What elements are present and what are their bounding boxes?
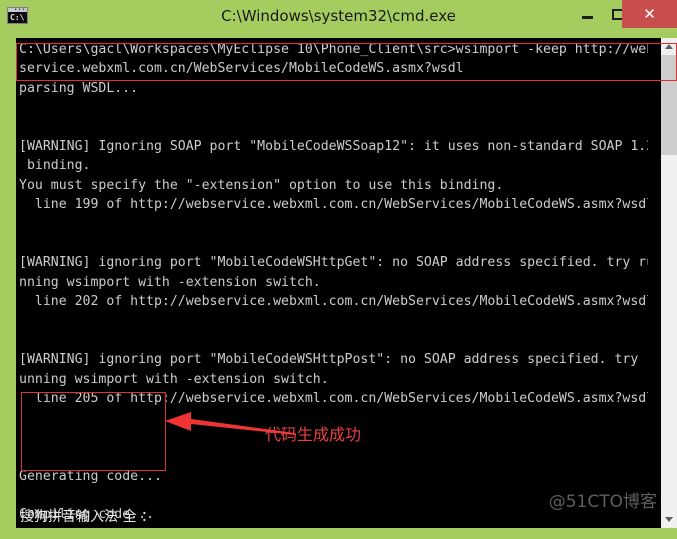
watermark: @51CTO博客 bbox=[548, 492, 657, 512]
console-line: [WARNING] ignoring port "MobileCodeWSHtt… bbox=[19, 352, 648, 368]
console-line: [WARNING] Ignoring SOAP port "MobileCode… bbox=[19, 138, 648, 154]
close-glyph: ✕ bbox=[643, 4, 656, 23]
console-line: line 202 of http://webservice.webxml.com… bbox=[19, 294, 648, 310]
console-line: parsing WSDL... bbox=[19, 80, 139, 96]
console-line: unning wsimport with -extension switch. bbox=[19, 371, 329, 387]
console-line: You must specify the "-extension" option… bbox=[19, 177, 504, 193]
chevron-up-icon bbox=[665, 44, 673, 49]
close-icon: ✕ bbox=[622, 0, 677, 28]
minimize-icon bbox=[572, 0, 603, 28]
vertical-scrollbar[interactable] bbox=[661, 38, 677, 528]
console-text: C:\Users\gacl\Workspaces\MyEclipse 10\Ph… bbox=[16, 40, 648, 526]
console-line: Generating code... bbox=[19, 468, 162, 484]
console-output-area[interactable]: C:\Users\gacl\Workspaces\MyEclipse 10\Ph… bbox=[16, 38, 661, 528]
title-bar[interactable]: ••• C:\ C:\Windows\system32\cmd.exe ✕ bbox=[0, 0, 677, 32]
chevron-down-icon bbox=[665, 517, 673, 522]
minimize-button[interactable] bbox=[572, 0, 603, 28]
annotation-note-text: 代码生成成功 bbox=[265, 425, 362, 444]
console-line: binding. bbox=[19, 158, 91, 174]
console-line: line 205 of http://webservice.webxml.com… bbox=[19, 391, 648, 407]
scrollbar-thumb[interactable] bbox=[661, 55, 677, 155]
close-button[interactable]: ✕ bbox=[622, 0, 677, 28]
cmd-window: ••• C:\ C:\Windows\system32\cmd.exe ✕ C:… bbox=[0, 0, 677, 539]
console-line: C:\Users\gacl\Workspaces\MyEclipse 10\Ph… bbox=[19, 42, 648, 57]
console-line: line 199 of http://webservice.webxml.com… bbox=[19, 197, 648, 213]
console-line: service.webxml.com.cn/WebServices/Mobile… bbox=[19, 61, 464, 77]
scroll-up-button[interactable] bbox=[661, 38, 677, 55]
console-line: [WARNING] ignoring port "MobileCodeWSHtt… bbox=[19, 255, 648, 271]
console-line: nning wsimport with -extension switch. bbox=[19, 274, 321, 290]
ime-status-text: 搜狗拼音输入法 全 ： bbox=[20, 509, 155, 525]
scroll-down-button[interactable] bbox=[661, 511, 677, 528]
